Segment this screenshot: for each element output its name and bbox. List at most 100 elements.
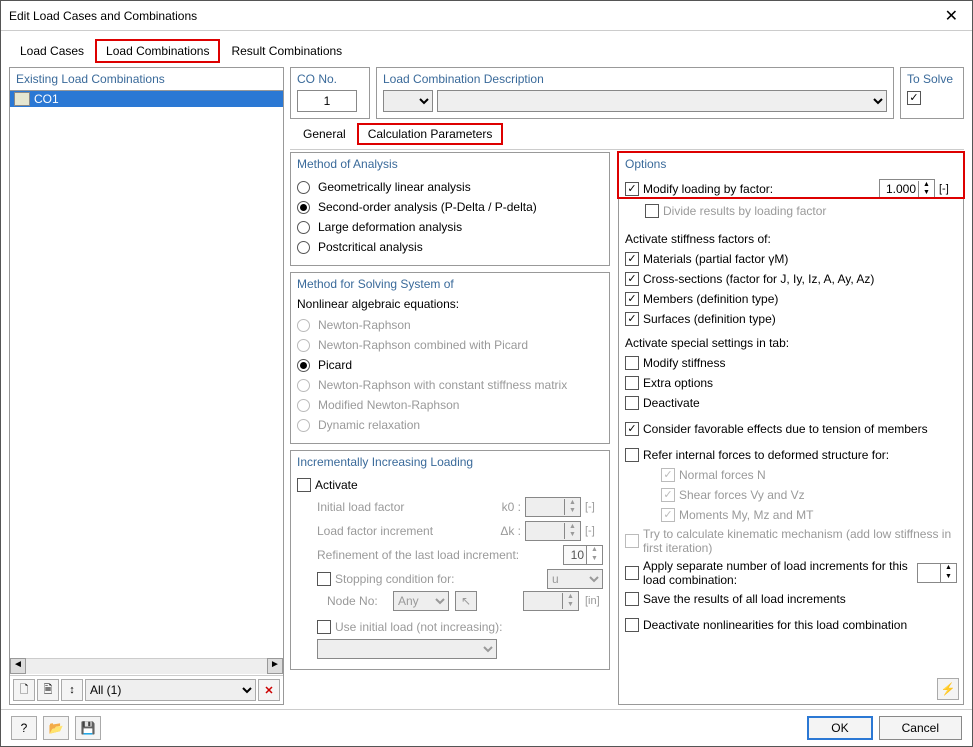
use-initial-label: Use initial load (not increasing): — [335, 620, 603, 634]
label-second-order[interactable]: Second-order analysis (P-Delta / P-delta… — [318, 200, 537, 214]
window-title: Edit Load Cases and Combinations — [9, 9, 939, 23]
divide-results-checkbox — [645, 204, 659, 218]
deact-nonlin-label[interactable]: Deactivate nonlinearities for this load … — [643, 618, 957, 632]
params-right-col: Options Modify loading by factor: ▲▼ [-]… — [618, 152, 964, 705]
list-item-label: CO1 — [34, 92, 59, 106]
surfaces-label[interactable]: Surfaces (definition type) — [643, 312, 957, 326]
radio-postcrit[interactable] — [297, 241, 310, 254]
co-no-input[interactable] — [297, 90, 357, 112]
label-postcrit[interactable]: Postcritical analysis — [318, 240, 423, 254]
radio-geo-linear[interactable] — [297, 181, 310, 194]
refer-internal-label[interactable]: Refer internal forces to deformed struct… — [643, 448, 957, 462]
moments-checkbox — [661, 508, 675, 522]
stop-cond-checkbox — [317, 572, 331, 586]
deactivate-label[interactable]: Deactivate — [643, 396, 957, 410]
radio-picard[interactable] — [297, 359, 310, 372]
method-solving-sub: Nonlinear algebraic equations: — [297, 297, 603, 311]
hscroll[interactable]: ◄ ► — [10, 657, 283, 675]
cross-sections-label[interactable]: Cross-sections (factor for J, Iy, Iz, A,… — [643, 272, 957, 286]
label-nr-picard: Newton-Raphson combined with Picard — [318, 338, 528, 352]
description-input[interactable] — [437, 90, 887, 112]
activate-checkbox[interactable] — [297, 478, 311, 492]
right-panel: CO No. Load Combination Description To S… — [290, 67, 964, 705]
sub-tabs: General Calculation Parameters — [290, 123, 964, 145]
unit-none-2: [-] — [585, 525, 603, 537]
list-item[interactable]: CO1 — [10, 91, 283, 107]
modify-loading-checkbox[interactable] — [625, 182, 639, 196]
surfaces-checkbox[interactable] — [625, 312, 639, 326]
separate-inc-spinner[interactable]: ▲▼ — [917, 563, 957, 583]
scroll-track[interactable] — [26, 658, 267, 674]
label-picard[interactable]: Picard — [318, 358, 352, 372]
materials-checkbox[interactable] — [625, 252, 639, 266]
copy-button[interactable]: 🗎 — [37, 679, 59, 701]
method-solving-header: Method for Solving System of — [297, 277, 603, 291]
modify-loading-label[interactable]: Modify loading by factor: — [643, 182, 875, 196]
close-icon[interactable]: ✕ — [939, 6, 964, 26]
node-value-spinner: ▲▼ — [523, 591, 579, 611]
activate-label[interactable]: Activate — [315, 478, 358, 492]
unit-none-1: [-] — [585, 501, 603, 513]
scroll-right-icon[interactable]: ► — [267, 658, 283, 674]
modify-loading-spinner[interactable]: ▲▼ — [879, 179, 935, 199]
open-button[interactable]: 📂 — [43, 716, 69, 740]
favorable-label[interactable]: Consider favorable effects due to tensio… — [643, 422, 957, 436]
description-category-select[interactable] — [383, 90, 433, 112]
refinement-label: Refinement of the last load increment: — [317, 548, 559, 562]
shear-forces-checkbox — [661, 488, 675, 502]
new-button[interactable]: 🗋 — [13, 679, 35, 701]
tab-load-combinations[interactable]: Load Combinations — [95, 39, 220, 63]
label-geo-linear[interactable]: Geometrically linear analysis — [318, 180, 471, 194]
use-initial-checkbox — [317, 620, 331, 634]
sort-button[interactable]: ↕ — [61, 679, 83, 701]
materials-label[interactable]: Materials (partial factor γM) — [643, 252, 957, 266]
tab-calc-params[interactable]: Calculation Parameters — [357, 123, 504, 145]
filter-select[interactable]: All (1) — [85, 679, 256, 701]
tab-result-combinations[interactable]: Result Combinations — [220, 39, 353, 63]
radio-second-order[interactable] — [297, 201, 310, 214]
k0-symbol: k0 : — [502, 500, 521, 514]
extra-opts-checkbox[interactable] — [625, 376, 639, 390]
lightning-icon[interactable]: ⚡ — [937, 678, 959, 700]
help-button[interactable]: ? — [11, 716, 37, 740]
save-results-checkbox[interactable] — [625, 592, 639, 606]
save-results-label[interactable]: Save the results of all load increments — [643, 592, 957, 606]
radio-mod-nr — [297, 399, 310, 412]
co-no-box: CO No. — [290, 67, 370, 119]
params-area: Method of Analysis Geometrically linear … — [290, 149, 964, 705]
ok-button[interactable]: OK — [807, 716, 872, 740]
initial-load-select — [317, 639, 497, 659]
moments-label: Moments My, Mz and MT — [679, 508, 957, 522]
divide-results-label: Divide results by loading factor — [663, 204, 957, 218]
cancel-button[interactable]: Cancel — [879, 716, 962, 740]
to-solve-label: To Solve — [907, 72, 957, 86]
to-solve-checkbox[interactable] — [907, 91, 921, 105]
radio-large-def[interactable] — [297, 221, 310, 234]
members-checkbox[interactable] — [625, 292, 639, 306]
lf-increment-spinner: ▲▼ — [525, 521, 581, 541]
save-button[interactable]: 💾 — [75, 716, 101, 740]
members-label[interactable]: Members (definition type) — [643, 292, 957, 306]
cross-sections-checkbox[interactable] — [625, 272, 639, 286]
deact-nonlin-checkbox[interactable] — [625, 618, 639, 632]
options-header: Options — [625, 157, 957, 171]
tab-general[interactable]: General — [292, 123, 357, 145]
unit-in: [in] — [585, 595, 603, 607]
deactivate-checkbox[interactable] — [625, 396, 639, 410]
tab-load-cases[interactable]: Load Cases — [9, 39, 95, 63]
scroll-left-icon[interactable]: ◄ — [10, 658, 26, 674]
stop-cond-select: u — [547, 569, 603, 589]
delete-button[interactable]: ✕ — [258, 679, 280, 701]
options-group: Options Modify loading by factor: ▲▼ [-]… — [618, 152, 964, 705]
modify-stiff-label[interactable]: Modify stiffness — [643, 356, 957, 370]
favorable-checkbox[interactable] — [625, 422, 639, 436]
extra-opts-label[interactable]: Extra options — [643, 376, 957, 390]
existing-list[interactable]: CO1 — [10, 91, 283, 657]
label-large-def[interactable]: Large deformation analysis — [318, 220, 462, 234]
refer-internal-checkbox[interactable] — [625, 448, 639, 462]
separate-inc-checkbox[interactable] — [625, 566, 639, 580]
unit-none-3: [-] — [939, 183, 957, 195]
separate-inc-label[interactable]: Apply separate number of load increments… — [643, 559, 913, 587]
description-box: Load Combination Description — [376, 67, 894, 119]
modify-stiff-checkbox[interactable] — [625, 356, 639, 370]
